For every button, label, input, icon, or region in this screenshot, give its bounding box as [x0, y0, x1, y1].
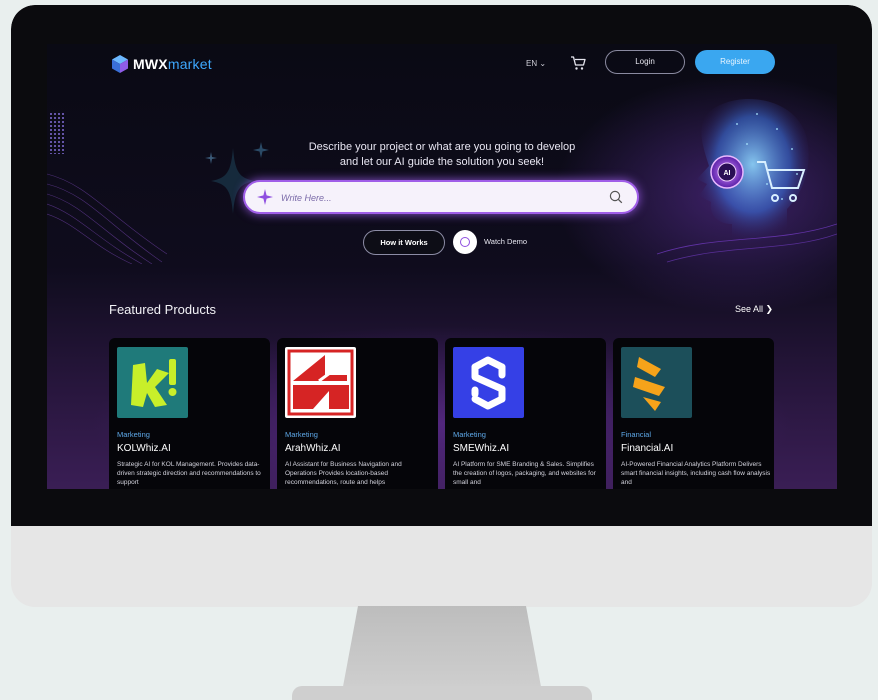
brand-name-accent: market	[167, 56, 212, 72]
smewhiz-logo	[453, 347, 524, 418]
monitor-stand	[342, 606, 542, 692]
brand-logo[interactable]: MWXmarket	[133, 56, 212, 72]
screen: MWXmarket EN ⌄ Login Register Describe y…	[47, 44, 837, 489]
ai-sparkle-icon	[257, 189, 273, 205]
cart-icon[interactable]	[569, 54, 587, 72]
product-category: Financial	[621, 430, 652, 439]
product-card[interactable]: Marketing SMEWhiz.AI AI Platform for SME…	[445, 338, 606, 489]
wave-lines-decoration	[47, 173, 167, 264]
kolwhiz-logo	[117, 347, 188, 418]
hero-line-1: Describe your project or what are you go…	[308, 141, 576, 153]
chevron-right-icon: ❯	[765, 304, 774, 314]
ai-badge-label: AI	[724, 170, 731, 177]
watch-demo-button[interactable]: Watch Demo	[453, 230, 553, 256]
watch-demo-label: Watch Demo	[484, 237, 528, 246]
search-input[interactable]	[279, 188, 583, 208]
product-category: Marketing	[453, 430, 486, 439]
play-circle-icon	[453, 230, 477, 254]
top-navbar: MWXmarket EN ⌄ Login Register	[47, 44, 837, 84]
featured-products-heading: Featured Products	[109, 302, 216, 317]
cube-logo-icon	[112, 55, 128, 73]
language-selector[interactable]: EN ⌄	[526, 59, 546, 68]
brand-name: MWX	[133, 56, 168, 72]
financialai-logo-icon	[633, 357, 665, 411]
search-icon[interactable]	[609, 190, 623, 204]
product-category: Marketing	[285, 430, 318, 439]
product-name: ArahWhiz.AI	[285, 443, 341, 454]
hero-line-2: and let our AI guide the solution you se…	[339, 156, 545, 168]
product-description: Strategic AI for KOL Management. Provide…	[117, 461, 261, 486]
financialai-logo	[621, 347, 692, 418]
login-button[interactable]: Login	[605, 50, 685, 74]
product-card[interactable]: Marketing KOLWhiz.AI Strategic AI for KO…	[109, 338, 270, 489]
ai-search-bar[interactable]	[243, 180, 639, 214]
product-card[interactable]: Financial Financial.AI AI-Powered Financ…	[613, 338, 774, 489]
product-name: SMEWhiz.AI	[453, 443, 510, 454]
product-description: AI-Powered Financial Analytics Platform …	[621, 461, 771, 486]
kolwhiz-logo-icon	[131, 359, 177, 407]
how-it-works-button[interactable]: How it Works	[363, 230, 445, 255]
product-description: AI Platform for SME Branding & Sales. Si…	[453, 461, 596, 486]
product-card[interactable]: Marketing ArahWhiz.AI AI Assistant for B…	[277, 338, 438, 489]
language-label: EN	[526, 59, 538, 68]
ai-robot-head-illustration: AI	[656, 99, 837, 263]
product-name: Financial.AI	[621, 443, 674, 454]
hero-heading: Describe your project or what are you go…	[267, 140, 617, 170]
monitor-stand-base	[292, 686, 592, 700]
product-category: Marketing	[117, 430, 150, 439]
register-button[interactable]: Register	[695, 50, 775, 74]
arahwhiz-logo	[285, 347, 356, 418]
dot-grid-decoration	[49, 112, 65, 154]
product-description: AI Assistant for Business Navigation and…	[285, 461, 402, 486]
chevron-down-icon: ⌄	[539, 59, 547, 68]
smewhiz-logo-icon	[471, 356, 506, 410]
arahwhiz-logo-icon	[287, 349, 354, 416]
see-all-link[interactable]: See All ❯	[735, 304, 773, 315]
see-all-label: See All	[735, 304, 764, 314]
product-name: KOLWhiz.AI	[117, 443, 171, 454]
